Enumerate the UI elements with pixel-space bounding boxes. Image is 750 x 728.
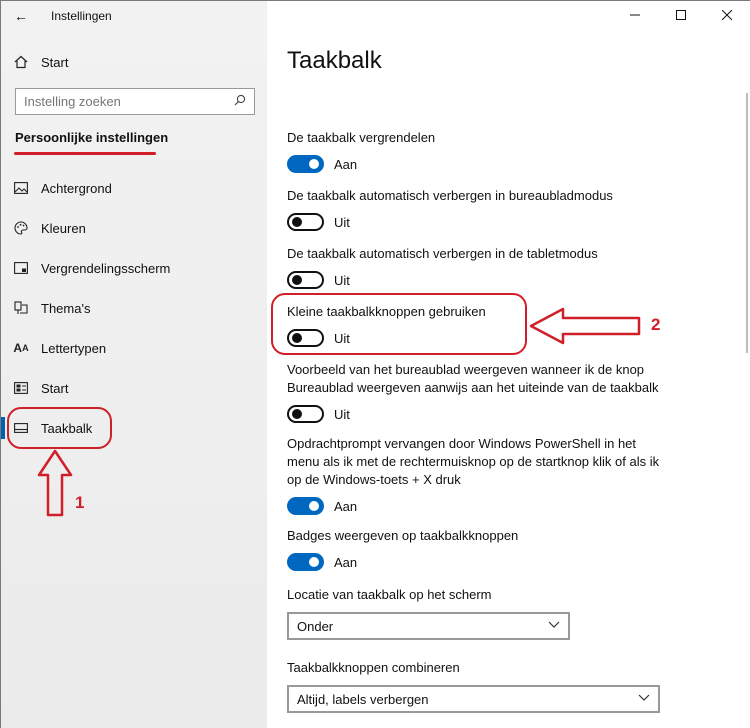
scrollbar[interactable] [746,93,748,353]
toggle-knob [292,217,302,227]
main-content: Taakbalk De taakbalk vergrendelen Aan De… [267,1,750,728]
toggle-row: Uit [287,271,667,289]
minimize-button[interactable] [612,1,658,31]
toggle-knob [292,275,302,285]
annotation-number-2: 2 [651,315,661,334]
close-icon [721,9,733,23]
toggle-state: Uit [334,272,350,288]
home-icon [1,55,41,69]
settings-window: ← Instellingen Start Persoonlijke instel… [0,0,750,728]
toggle-row: Aan [287,497,667,515]
setting-peek-desktop: Voorbeeld van het bureaublad weergeven w… [287,361,667,423]
sidebar-item-themes[interactable]: Thema's [1,288,267,328]
toggle-knob [292,409,302,419]
toggle-switch[interactable] [287,497,324,515]
setting-lock-taskbar: De taakbalk vergrendelen Aan [287,129,667,173]
annotation-underline [14,152,156,155]
back-arrow-icon: ← [14,8,28,24]
setting-label: Voorbeeld van het bureaublad weergeven w… [287,362,659,395]
setting-label: De taakbalk automatisch verbergen in de … [287,246,598,261]
annotation-circle-small-buttons [271,293,527,355]
image-icon [1,182,41,194]
annotation-arrow-left-icon [529,307,641,345]
toggle-state: Aan [334,498,358,514]
sidebar-item-home[interactable]: Start [1,47,267,77]
toggle-knob [309,557,319,567]
toggle-knob [309,501,319,511]
sidebar-item-label: Achtergrond [41,180,112,196]
toggle-row: Uit [287,213,667,231]
toggle-knob [309,159,319,169]
sidebar-item-label: Start [41,54,69,70]
toggle-row: Uit [287,405,667,423]
location-dropdown[interactable]: Onder [287,612,570,640]
brush-icon [1,301,41,315]
window-controls [612,1,750,31]
toggle-switch[interactable] [287,405,324,423]
close-button[interactable] [704,1,750,31]
minimize-icon [630,9,640,23]
annotation-arrow-up-icon [37,449,73,517]
sidebar-nav: Achtergrond Kleuren Vergrendelingsscherm… [1,168,267,448]
toggle-switch[interactable] [287,553,324,571]
section-heading: Persoonlijke instellingen [15,130,169,145]
combine-dropdown[interactable]: Altijd, labels verbergen [287,685,660,713]
sidebar-item-label: Vergrendelingsscherm [41,260,171,276]
setting-badges: Badges weergeven op taakbalkknoppen Aan [287,527,667,571]
sidebar: ← Instellingen Start Persoonlijke instel… [1,1,267,728]
start-icon [1,382,41,394]
toggle-switch[interactable] [287,213,324,231]
search-box[interactable] [15,88,255,115]
setting-label: Badges weergeven op taakbalkknoppen [287,528,519,543]
sidebar-item-label: Thema's [41,300,91,316]
dropdown-value: Altijd, labels verbergen [297,691,429,707]
setting-autohide-tablet: De taakbalk automatisch verbergen in de … [287,245,667,289]
dropdown-value: Onder [297,618,334,634]
setting-powershell: Opdrachtprompt vervangen door Windows Po… [287,435,667,515]
annotation-circle-taskbar [7,407,112,449]
setting-label: De taakbalk vergrendelen [287,130,436,145]
annotation-number-1: 1 [75,493,85,512]
titlebar: ← Instellingen [1,1,267,31]
setting-autohide-desktop: De taakbalk automatisch verbergen in bur… [287,187,667,231]
chevron-down-icon [638,693,650,705]
setting-location: Locatie van taakbalk op het scherm Onder [287,586,667,640]
sidebar-item-background[interactable]: Achtergrond [1,168,267,208]
search-icon[interactable] [234,94,246,109]
maximize-button[interactable] [658,1,704,31]
toggle-state: Uit [334,406,350,422]
setting-combine: Taakbalkknoppen combineren Altijd, label… [287,659,667,713]
toggle-row: Aan [287,155,667,173]
toggle-state: Aan [334,156,358,172]
page-title: Taakbalk [287,47,382,74]
lock-screen-icon [1,262,41,274]
setting-label: Opdrachtprompt vervangen door Windows Po… [287,436,660,487]
maximize-icon [676,9,686,23]
toggle-state: Aan [334,554,358,570]
sidebar-item-label: Start [41,380,69,396]
sidebar-item-lock-screen[interactable]: Vergrendelingsscherm [1,248,267,288]
toggle-switch[interactable] [287,155,324,173]
chevron-down-icon [548,620,560,632]
sidebar-item-label: Kleuren [41,220,86,236]
sidebar-item-label: Lettertypen [41,340,107,356]
toggle-switch[interactable] [287,271,324,289]
setting-label: De taakbalk automatisch verbergen in bur… [287,188,613,203]
font-icon: AA [13,341,29,355]
sidebar-item-fonts[interactable]: AA Lettertypen [1,328,267,368]
sidebar-item-start[interactable]: Start [1,368,267,408]
sidebar-item-colors[interactable]: Kleuren [1,208,267,248]
setting-label: Locatie van taakbalk op het scherm [287,587,492,602]
setting-label: Taakbalkknoppen combineren [287,660,460,675]
search-input[interactable] [24,94,214,109]
palette-icon [1,221,41,235]
toggle-row: Aan [287,553,667,571]
app-title: Instellingen [51,9,112,23]
back-button[interactable]: ← [1,1,41,31]
toggle-state: Uit [334,214,350,230]
